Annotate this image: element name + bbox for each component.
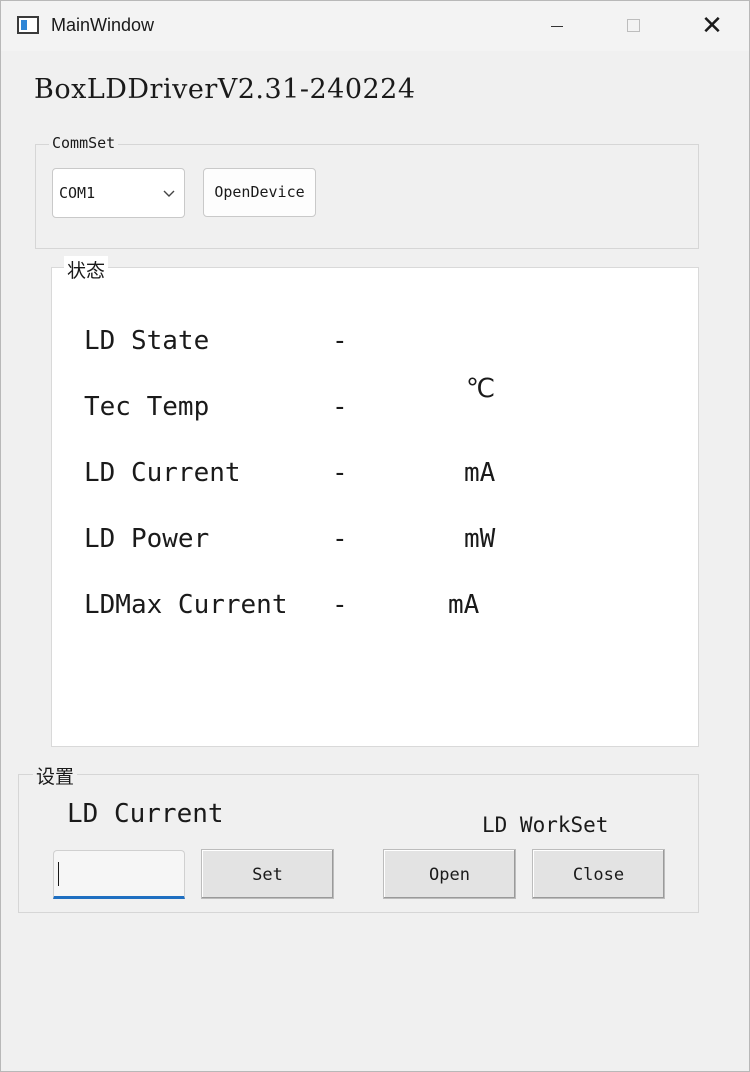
status-unit-ld-power: mW [464,524,496,554]
main-window: MainWindow ✕ BoxLDDriverV2.31-240224 Com… [0,0,750,1072]
status-value-ld-power: - [332,524,348,554]
status-unit-ldmax-current: mA [448,590,480,620]
status-group: 状态 LD State - Tec Temp - ℃ LD Current - … [51,256,699,747]
maximize-icon[interactable] [599,1,669,51]
ld-workset-label: LD WorkSet [482,813,609,837]
com-port-select[interactable]: COM1 [52,168,185,218]
status-label-ldmax-current: LDMax Current [84,590,288,620]
status-value-ld-current: - [332,458,348,488]
settings-group-label: 设置 [33,762,78,789]
close-icon[interactable]: ✕ [677,1,747,51]
status-label-ld-state: LD State [84,326,210,356]
status-group-label: 状态 [64,256,109,283]
app-version-title: BoxLDDriverV2.31-240224 [34,74,416,105]
status-top-band [52,268,698,277]
commset-group: CommSet COM1 OpenDevice [35,134,699,249]
status-value-tec-temp: - [332,392,348,422]
settings-group: 设置 LD Current LD WorkSet Set Open Close [18,762,699,913]
set-button[interactable]: Set [201,849,334,899]
status-label-tec-temp: Tec Temp [84,392,210,422]
open-device-button[interactable]: OpenDevice [203,168,316,217]
status-label-ld-power: LD Power [84,524,210,554]
settings-ld-current-label: LD Current [67,799,224,829]
ld-current-input[interactable] [53,850,185,899]
status-label-ld-current: LD Current [84,458,241,488]
com-port-value: COM1 [59,184,96,202]
open-button[interactable]: Open [383,849,516,899]
minimize-icon[interactable] [521,1,591,51]
status-unit-ld-current: mA [464,458,496,488]
text-caret [58,862,59,886]
window-title: MainWindow [51,15,155,35]
chevron-down-icon [163,190,175,197]
status-unit-tec-temp: ℃ [466,374,496,404]
title-bar[interactable]: MainWindow ✕ [1,1,749,51]
window-app-icon [17,16,39,34]
status-value-ld-state: - [332,326,348,356]
commset-group-label: CommSet [49,134,119,152]
status-value-ldmax-current: - [332,590,348,620]
close-button[interactable]: Close [532,849,665,899]
